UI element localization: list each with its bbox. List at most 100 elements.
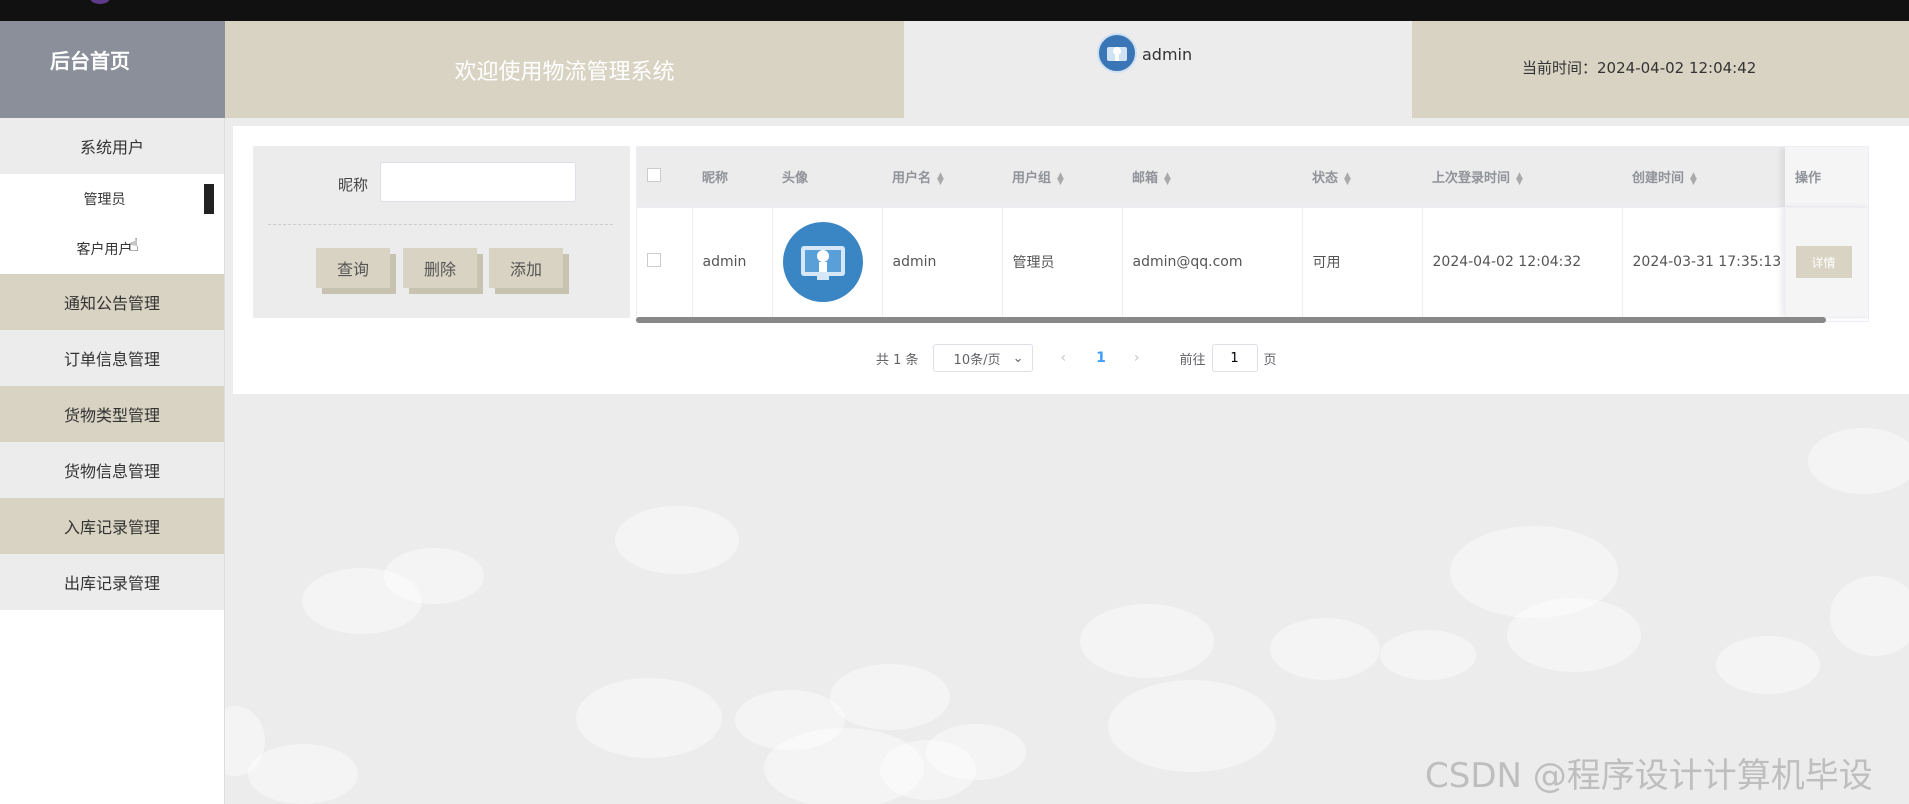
column-header-label: 用户组 (1012, 171, 1052, 187)
column-header-email[interactable]: 邮箱 ▲ ▼ (1122, 147, 1302, 208)
background-bokeh (1108, 680, 1276, 772)
prev-page-icon[interactable]: ‹ (1061, 350, 1067, 366)
sidebar-item-customer-users[interactable]: 客户用户 (0, 224, 224, 274)
cell-created: 2024-03-31 17:35:13 (1622, 207, 1786, 318)
main-panel: 昵称 查询 删除 添加 昵称 头像 用户名 ▲ ▼ 用户组 ▲ ▼ 邮箱 ▲ ▼ 状态 ▲ (233, 126, 1909, 394)
search-panel: 昵称 查询 删除 添加 (253, 146, 630, 318)
background-bokeh (1507, 598, 1641, 672)
sort-icon[interactable]: ▲ ▼ (1164, 171, 1171, 186)
cell-group: 管理员 (1002, 207, 1123, 318)
user-info[interactable]: admin (904, 21, 1412, 118)
column-header-label: 上次登录时间 (1432, 171, 1511, 187)
background-bokeh (384, 548, 484, 604)
column-header-label: 创建时间 (1632, 171, 1685, 187)
column-header-label: 邮箱 (1132, 171, 1159, 187)
robot-icon (800, 246, 845, 280)
sort-icon[interactable]: ▲ ▼ (1690, 171, 1697, 186)
background-bokeh (248, 744, 358, 804)
pagination: 共 1 条 10条/页 ⌄ ‹ 1 › 前往 页 (876, 344, 1277, 372)
column-header-status[interactable]: 状态 ▲ ▼ (1302, 147, 1422, 208)
column-header-actions: 操作 (1785, 147, 1868, 208)
hand-cursor-icon: ☝ (128, 235, 139, 256)
detail-button[interactable]: 详情 (1795, 246, 1852, 278)
table-header-row: 昵称 头像 用户名 ▲ ▼ 用户组 ▲ ▼ 邮箱 ▲ ▼ 状态 ▲ ▼ 上次登录时间 ▲ ▼ 创建时… (637, 147, 1868, 208)
query-button[interactable]: 查询 (316, 248, 390, 288)
time-label: 当前时间： (1522, 59, 1598, 77)
divider (268, 224, 613, 225)
page-size-value: 10条/页 (953, 352, 1001, 368)
background-bokeh (1380, 630, 1476, 680)
cell-email: admin@qq.com (1122, 207, 1303, 318)
home-link[interactable]: 后台首页 (0, 21, 225, 118)
table-horizontal-scrollbar[interactable] (636, 317, 1826, 323)
sidebar-item-inbound[interactable]: 入库记录管理 (0, 498, 224, 554)
goto-page-input[interactable] (1211, 344, 1258, 372)
sidebar-item-label: 管理员 (83, 192, 126, 208)
background-bokeh (1716, 636, 1820, 694)
current-username[interactable]: admin (1142, 45, 1192, 64)
sidebar-item-orders[interactable]: 订单信息管理 (0, 330, 224, 386)
page-number[interactable]: 1 (1096, 350, 1106, 366)
page-size-select[interactable]: 10条/页 ⌄ (932, 344, 1033, 372)
column-header-label: 状态 (1312, 171, 1339, 187)
background-bokeh (926, 724, 1026, 780)
cell-nickname: admin (692, 207, 773, 318)
users-table: 昵称 头像 用户名 ▲ ▼ 用户组 ▲ ▼ 邮箱 ▲ ▼ 状态 ▲ ▼ 上次登录时间 ▲ ▼ 创建时… (636, 146, 1869, 322)
sort-icon[interactable]: ▲ ▼ (1057, 171, 1064, 186)
column-header-label: 用户名 (892, 171, 932, 187)
top-bar (0, 0, 1909, 21)
column-header-username[interactable]: 用户名 ▲ ▼ (882, 147, 1002, 208)
delete-button[interactable]: 删除 (403, 248, 477, 288)
next-page-icon[interactable]: › (1134, 350, 1140, 366)
column-header-group[interactable]: 用户组 ▲ ▼ (1002, 147, 1122, 208)
sidebar: 系统用户 管理员 客户用户 通知公告管理 订单信息管理 货物类型管理 货物信息管… (0, 118, 225, 804)
table-row: admin admin 管理员 admin@qq.com 可用 2024-04-… (637, 207, 1868, 318)
background-bokeh (615, 506, 739, 574)
goto-label: 前往 (1179, 352, 1206, 368)
sidebar-item-admin[interactable]: 管理员 (0, 174, 224, 224)
chevron-down-icon: ⌄ (1012, 350, 1024, 366)
welcome-title: 欢迎使用物流管理系统 (225, 21, 904, 118)
sidebar-item-outbound[interactable]: 出库记录管理 (0, 554, 224, 610)
nickname-label: 昵称 (338, 176, 369, 194)
background-bokeh (1830, 576, 1909, 656)
app-logo-icon (90, 0, 110, 4)
current-time: 当前时间：2024-04-02 12:04:42 (1412, 21, 1909, 118)
nickname-search-input[interactable] (380, 162, 576, 202)
cell-actions: 详情 (1785, 207, 1868, 318)
sidebar-item-notices[interactable]: 通知公告管理 (0, 274, 224, 330)
column-header-last-login[interactable]: 上次登录时间 ▲ ▼ (1422, 147, 1622, 208)
column-header-created[interactable]: 创建时间 ▲ ▼ (1622, 147, 1785, 208)
add-button[interactable]: 添加 (489, 248, 563, 288)
background-bokeh (1080, 604, 1214, 678)
select-all-checkbox[interactable] (637, 147, 692, 208)
sidebar-submenu-users: 管理员 客户用户 (0, 174, 224, 274)
cell-last-login: 2024-04-02 12:04:32 (1422, 207, 1623, 318)
background-bokeh (1808, 428, 1909, 494)
sort-icon[interactable]: ▲ ▼ (937, 171, 944, 186)
header: 后台首页 欢迎使用物流管理系统 admin 当前时间：2024-04-02 12… (0, 21, 1909, 118)
column-header-avatar: 头像 (772, 147, 882, 208)
sidebar-item-goods-types[interactable]: 货物类型管理 (0, 386, 224, 442)
sort-icon[interactable]: ▲ ▼ (1344, 171, 1351, 186)
background-bokeh (576, 678, 722, 758)
active-indicator (204, 184, 214, 214)
cell-status: 可用 (1302, 207, 1423, 318)
sort-icon[interactable]: ▲ ▼ (1516, 171, 1523, 186)
robot-icon (1107, 47, 1127, 61)
watermark: CSDN @程序设计计算机毕设 (1425, 756, 1873, 796)
page-suffix: 页 (1263, 352, 1277, 368)
sidebar-item-system-users[interactable]: 系统用户 (0, 118, 224, 174)
sidebar-item-goods-info[interactable]: 货物信息管理 (0, 442, 224, 498)
avatar[interactable] (1097, 33, 1137, 73)
cell-avatar (772, 207, 883, 318)
avatar (782, 222, 863, 302)
cell-username: admin (882, 207, 1003, 318)
time-value: 2024-04-02 12:04:42 (1597, 59, 1757, 77)
row-checkbox[interactable] (637, 207, 693, 318)
total-count: 共 1 条 (876, 352, 919, 368)
sidebar-item-label: 客户用户 (76, 242, 133, 258)
background-bokeh (830, 664, 950, 730)
column-header-nickname: 昵称 (692, 147, 772, 208)
background-bokeh (1270, 618, 1380, 680)
